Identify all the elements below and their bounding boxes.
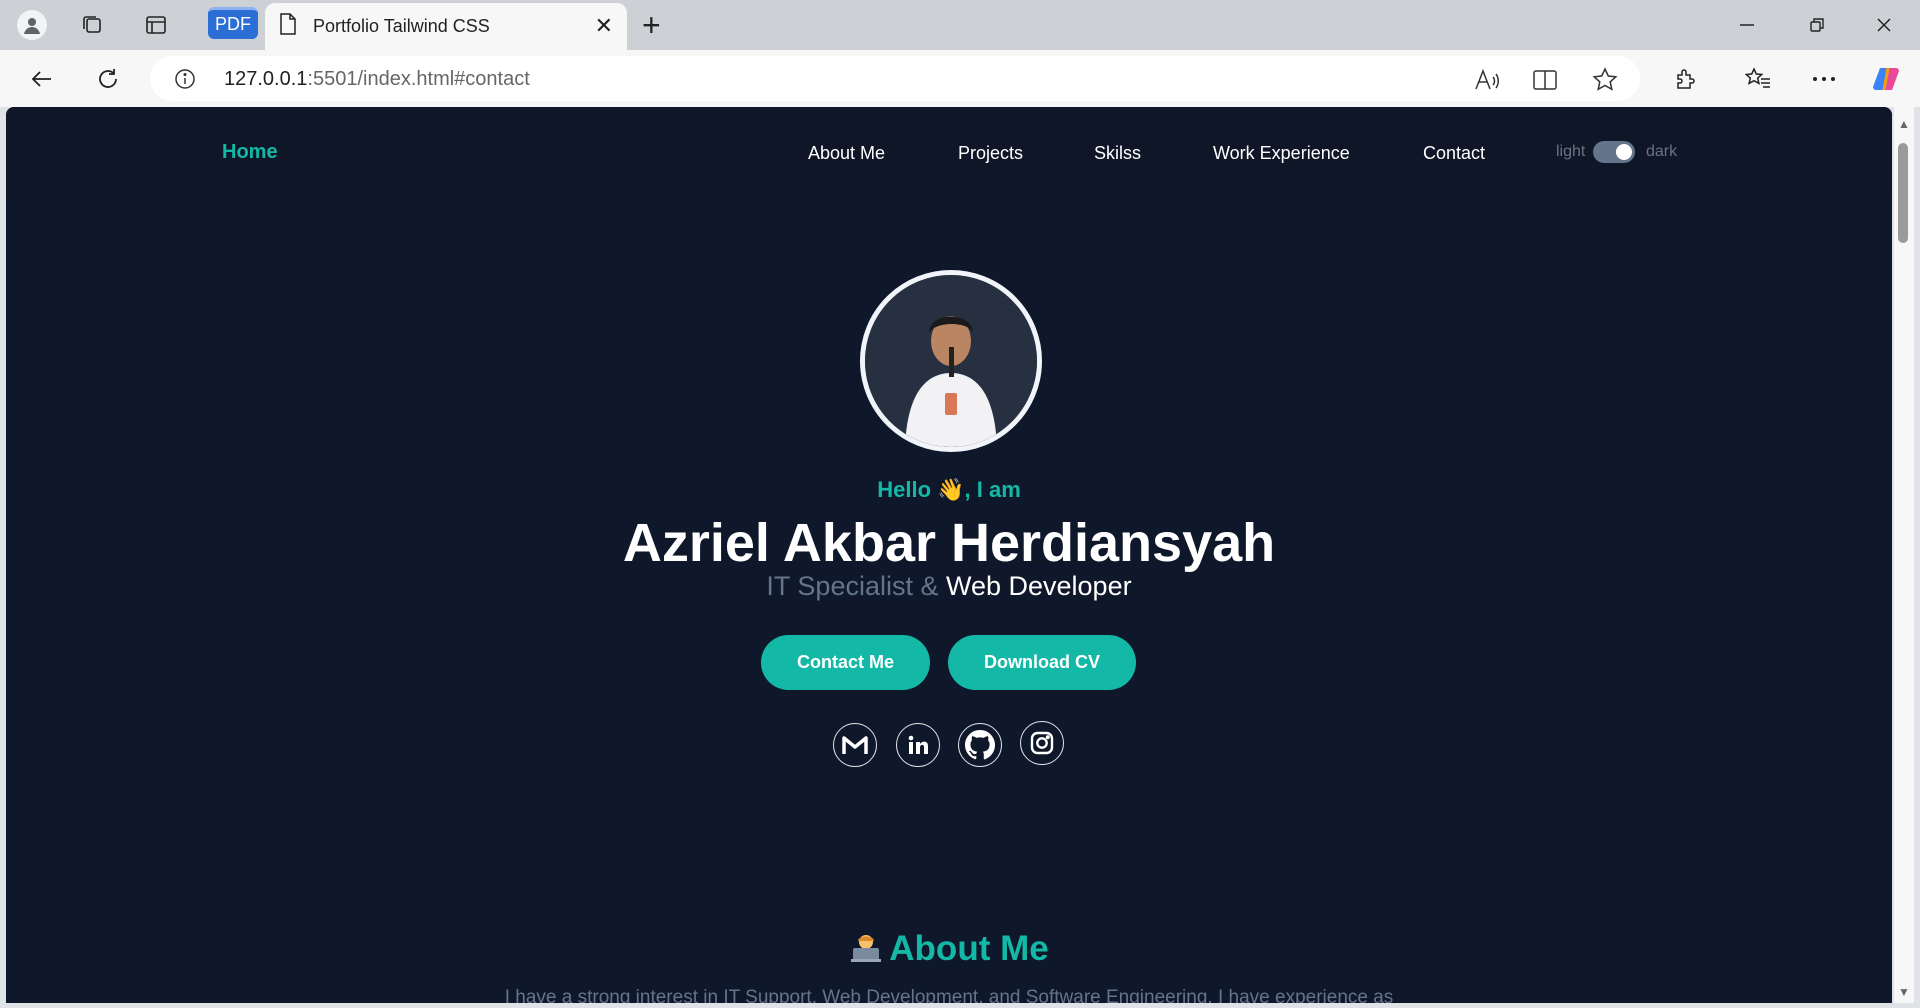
address-bar[interactable]: 127.0.0.1:5501/index.html#contact	[150, 56, 1640, 101]
technologist-emoji-icon	[849, 930, 883, 964]
nav-projects[interactable]: Projects	[958, 143, 1023, 164]
download-cv-button[interactable]: Download CV	[948, 635, 1136, 690]
url-path: :5501/index.html#contact	[307, 68, 530, 90]
theme-dark-label: dark	[1646, 143, 1678, 160]
profile-photo	[860, 270, 1042, 452]
hero-role-primary: IT Specialist &	[766, 571, 946, 601]
immersive-reader-icon[interactable]	[1530, 66, 1560, 94]
scroll-down-icon[interactable]: ▼	[1898, 985, 1910, 999]
close-tab-icon[interactable]: ✕	[595, 15, 613, 37]
linkedin-icon[interactable]	[896, 723, 940, 767]
reload-icon[interactable]	[90, 62, 126, 96]
url-text: 127.0.0.1:5501/index.html#contact	[224, 68, 530, 91]
page-viewport: Home About Me Projects Skilss Work Exper…	[6, 107, 1892, 1003]
nav-skills[interactable]: Skilss	[1094, 143, 1141, 164]
favorite-star-icon[interactable]	[1590, 66, 1620, 94]
github-icon[interactable]	[958, 723, 1002, 767]
restore-icon[interactable]	[1797, 10, 1837, 40]
tab-actions-icon[interactable]	[140, 9, 172, 41]
theme-light-label: light	[1556, 143, 1586, 160]
browser-toolbar: 127.0.0.1:5501/index.html#contact	[0, 50, 1920, 107]
nav-work-experience[interactable]: Work Experience	[1213, 143, 1350, 164]
nav-contact[interactable]: Contact	[1423, 143, 1485, 164]
hero-greeting: Hello 👋, I am	[877, 477, 1021, 502]
site-navbar: Home About Me Projects Skilss Work Exper…	[6, 107, 1892, 197]
page-icon	[279, 13, 297, 40]
about-title-text: About Me	[889, 929, 1049, 968]
scroll-up-icon[interactable]: ▲	[1898, 117, 1910, 131]
profile-icon[interactable]	[16, 9, 48, 41]
tab-title: Portfolio Tailwind CSS	[313, 16, 490, 36]
instagram-icon[interactable]	[1020, 721, 1064, 765]
toggle-knob	[1616, 144, 1632, 160]
hero-name: Azriel Akbar Herdiansyah	[622, 513, 1276, 573]
home-link[interactable]: Home	[222, 141, 278, 164]
more-options-icon[interactable]	[1806, 62, 1842, 96]
scroll-thumb[interactable]	[1898, 143, 1908, 243]
site-info-icon[interactable]	[174, 68, 196, 95]
copilot-icon[interactable]	[1868, 62, 1904, 96]
minimize-icon[interactable]	[1727, 10, 1767, 40]
gmail-icon[interactable]	[833, 723, 877, 767]
about-section-title: About Me	[6, 929, 1892, 969]
new-tab-icon[interactable]: +	[642, 9, 661, 41]
browser-tab-strip: PDF Portfolio Tailwind CSS ✕ +	[0, 0, 1920, 50]
favorites-icon[interactable]	[1740, 62, 1776, 96]
page-scrollbar[interactable]: ▲ ▼	[1894, 107, 1914, 1003]
contact-me-button[interactable]: Contact Me	[761, 635, 930, 690]
nav-about-me[interactable]: About Me	[808, 143, 885, 164]
read-aloud-icon[interactable]	[1472, 66, 1502, 94]
hero-role-secondary: Web Developer	[945, 571, 1132, 601]
workspaces-icon[interactable]	[76, 9, 108, 41]
close-window-icon[interactable]	[1864, 10, 1904, 40]
hero-role: IT Specialist & Web Developer	[6, 571, 1892, 602]
back-icon[interactable]	[24, 62, 60, 96]
about-paragraph: I have a strong interest in IT Support, …	[504, 987, 1394, 1003]
extensions-icon[interactable]	[1668, 62, 1704, 96]
theme-toggle[interactable]	[1593, 141, 1635, 163]
url-host: 127.0.0.1	[224, 68, 308, 90]
pdf-tab[interactable]: PDF	[208, 7, 258, 39]
active-tab[interactable]: Portfolio Tailwind CSS ✕	[265, 3, 627, 50]
